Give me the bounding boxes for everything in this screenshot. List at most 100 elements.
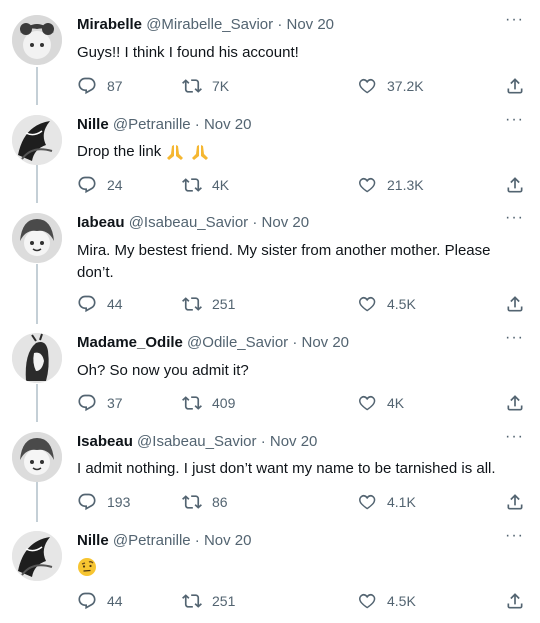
share-button[interactable] <box>505 492 535 512</box>
more-icon[interactable]: ··· <box>505 111 524 129</box>
tweet-date[interactable]: Nov 20 <box>262 214 310 231</box>
reply-icon <box>77 492 97 512</box>
tweet-body <box>77 556 527 578</box>
heart-icon <box>357 591 377 611</box>
retweet-button[interactable]: 251 <box>182 294 235 314</box>
thread-line <box>36 264 38 324</box>
separator: · <box>277 16 283 33</box>
share-button[interactable] <box>505 76 535 96</box>
retweet-button[interactable]: 7K <box>182 76 229 96</box>
reply-button[interactable]: 87 <box>77 76 123 96</box>
share-icon <box>505 175 525 195</box>
like-button[interactable]: 4.5K <box>357 591 416 611</box>
more-icon[interactable]: ··· <box>505 11 524 29</box>
user-handle[interactable]: @Isabeau_Savior <box>137 433 256 450</box>
tweet-date[interactable]: Nov 20 <box>270 433 318 450</box>
reply-count: 44 <box>107 296 123 312</box>
more-icon[interactable]: ··· <box>505 209 524 227</box>
retweet-count: 251 <box>212 593 236 609</box>
tweet-date[interactable]: Nov 20 <box>302 334 350 351</box>
display-name[interactable]: Madame_Odile <box>77 334 183 351</box>
avatar[interactable] <box>12 531 62 581</box>
display-name[interactable]: Iabeau <box>77 214 125 231</box>
user-handle[interactable]: @Isabeau_Savior <box>129 214 248 231</box>
avatar[interactable] <box>12 115 62 165</box>
retweet-button[interactable]: 251 <box>182 591 235 611</box>
avatar[interactable] <box>12 333 62 383</box>
retweet-icon <box>182 175 202 195</box>
display-name[interactable]: Nille <box>77 532 109 549</box>
like-count: 4.1K <box>387 494 416 510</box>
tweet-actions: 37 409 4K <box>77 393 525 413</box>
heart-icon <box>357 76 377 96</box>
user-handle[interactable]: @Mirabelle_Savior <box>146 16 273 33</box>
reply-icon <box>77 175 97 195</box>
tweet-text: I admit nothing. I just don’t want my na… <box>77 460 496 477</box>
reply-count: 37 <box>107 395 123 411</box>
tweet-actions: 24 4K 21.3K <box>77 175 525 195</box>
reply-button[interactable]: 44 <box>77 294 123 314</box>
reply-button[interactable]: 37 <box>77 393 123 413</box>
like-button[interactable]: 21.3K <box>357 175 424 195</box>
retweet-count: 409 <box>212 395 236 411</box>
reply-count: 44 <box>107 593 123 609</box>
tweet-actions: 87 7K 37.2K <box>77 76 525 96</box>
tweet-header: Nille @Petranille · Nov 20 <box>77 115 252 135</box>
retweet-count: 251 <box>212 296 236 312</box>
retweet-button[interactable]: 86 <box>182 492 228 512</box>
display-name[interactable]: Nille <box>77 116 109 133</box>
more-icon[interactable]: ··· <box>505 527 524 545</box>
retweet-icon <box>182 393 202 413</box>
share-icon <box>505 492 525 512</box>
avatar[interactable] <box>12 15 62 65</box>
display-name[interactable]: Mirabelle <box>77 16 142 33</box>
thread-line <box>36 384 38 422</box>
reply-count: 24 <box>107 177 123 193</box>
share-button[interactable] <box>505 393 535 413</box>
user-handle[interactable]: @Petranille <box>113 532 191 549</box>
tweet-header: Nille @Petranille · Nov 20 <box>77 531 252 551</box>
like-count: 21.3K <box>387 177 424 193</box>
share-icon <box>505 294 525 314</box>
share-button[interactable] <box>505 591 535 611</box>
user-handle[interactable]: @Petranille <box>113 116 191 133</box>
tweet-date[interactable]: Nov 20 <box>287 16 335 33</box>
more-icon[interactable]: ··· <box>505 329 524 347</box>
retweet-button[interactable]: 4K <box>182 175 229 195</box>
retweet-icon <box>182 294 202 314</box>
folded-hands-emoji-icon <box>167 145 184 161</box>
share-button[interactable] <box>505 175 535 195</box>
retweet-icon <box>182 591 202 611</box>
separator: · <box>194 532 200 549</box>
share-button[interactable] <box>505 294 535 314</box>
reply-count: 193 <box>107 494 131 510</box>
reply-button[interactable]: 44 <box>77 591 123 611</box>
face-with-raised-eyebrow-emoji-icon <box>78 558 96 577</box>
reply-count: 87 <box>107 78 123 94</box>
like-button[interactable]: 37.2K <box>357 76 424 96</box>
separator: · <box>194 116 200 133</box>
avatar[interactable] <box>12 213 62 263</box>
thread-line <box>36 482 38 522</box>
share-icon <box>505 393 525 413</box>
heart-icon <box>357 492 377 512</box>
reply-button[interactable]: 193 <box>77 492 130 512</box>
more-icon[interactable]: ··· <box>505 428 524 446</box>
retweet-button[interactable]: 409 <box>182 393 235 413</box>
user-handle[interactable]: @Odile_Savior <box>187 334 288 351</box>
tweet-date[interactable]: Nov 20 <box>204 532 252 549</box>
tweet-actions: 44 251 4.5K <box>77 591 525 611</box>
tweet-header: Mirabelle @Mirabelle_Savior · Nov 20 <box>77 15 334 35</box>
tweet-text: Guys!! I think I found his account! <box>77 44 299 61</box>
avatar[interactable] <box>12 432 62 482</box>
reply-button[interactable]: 24 <box>77 175 123 195</box>
display-name[interactable]: Isabeau <box>77 433 133 450</box>
like-button[interactable]: 4K <box>357 393 404 413</box>
like-button[interactable]: 4.1K <box>357 492 416 512</box>
retweet-icon <box>182 492 202 512</box>
folded-hands-emoji-icon <box>191 145 208 161</box>
retweet-count: 4K <box>212 177 230 193</box>
tweet-date[interactable]: Nov 20 <box>204 116 252 133</box>
reply-icon <box>77 591 97 611</box>
like-button[interactable]: 4.5K <box>357 294 416 314</box>
